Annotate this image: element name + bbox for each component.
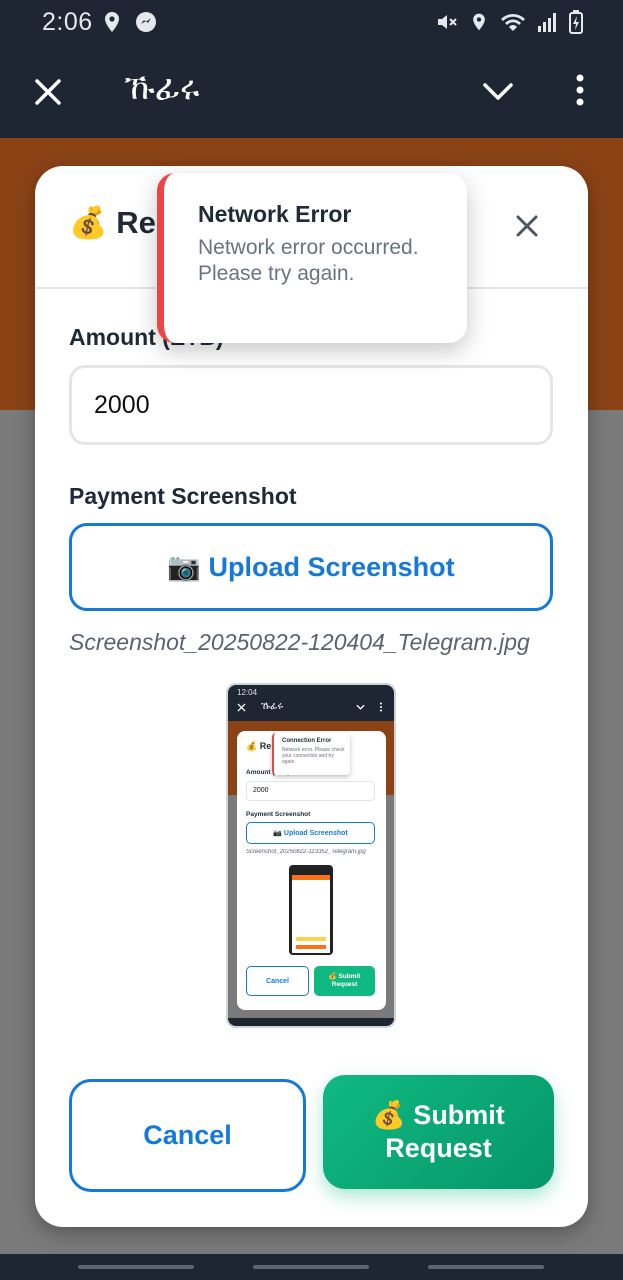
more-vert-icon[interactable]	[570, 72, 590, 108]
preview-modal-title: 💰 Re	[246, 741, 272, 751]
preview-file-name: Screenshot_20250822-113352_Telegram.jpg	[246, 849, 366, 855]
messenger-icon	[136, 12, 156, 32]
preview-screenshot-label: Payment Screenshot	[246, 811, 311, 818]
status-right-icons	[435, 10, 583, 34]
payment-screenshot-label: Payment Screenshot	[69, 483, 297, 509]
nav-back-handle[interactable]	[428, 1265, 544, 1269]
preview-toast-message: Network error. Please check your connect…	[282, 747, 345, 765]
close-icon[interactable]	[30, 74, 66, 110]
app-title: ኹፊሩ	[124, 68, 200, 108]
status-left-icons	[100, 10, 158, 34]
submit-request-button[interactable]: 💰 Submit Request	[323, 1075, 554, 1189]
preview-chevron-down-icon	[356, 704, 365, 710]
preview-nested-button	[296, 945, 326, 949]
mute-icon	[438, 15, 457, 29]
battery-icon	[569, 10, 583, 34]
preview-amount-input: 2000	[246, 781, 375, 801]
preview-submit-button: 💰 Submit Request	[314, 966, 375, 996]
toast-message: Network error occurred. Please try again…	[198, 236, 419, 285]
preview-nav-bar	[228, 1018, 394, 1026]
location-icon	[105, 12, 119, 32]
preview-close-icon	[237, 703, 246, 712]
wifi-icon	[501, 14, 525, 31]
signal-icon	[538, 13, 556, 32]
file-name: Screenshot_20250822-120404_Telegram.jpg	[69, 629, 530, 655]
modal-close-icon[interactable]	[515, 214, 539, 238]
network-error-toast: Network Error Network error occurred. Pl…	[157, 173, 467, 343]
preview-time: 12:04	[237, 688, 258, 697]
status-bar: 2:06	[0, 0, 623, 44]
app-bar: ኹፊሩ	[0, 44, 623, 138]
screenshot-preview: 12:04 ኹፊሩ 💰 Re Amount (ETB) 2000 Payment…	[226, 683, 396, 1028]
preview-nested-note	[296, 937, 326, 941]
preview-upload-button: 📷 Upload Screenshot	[246, 822, 375, 844]
preview-toast: Connection Error Network error. Please c…	[272, 733, 350, 775]
cancel-button[interactable]: Cancel	[69, 1079, 306, 1192]
preview-nested-image	[289, 865, 333, 955]
amount-input[interactable]	[69, 365, 553, 445]
toast-title: Network Error	[198, 201, 352, 227]
nav-home-handle[interactable]	[253, 1265, 369, 1269]
preview-toast-title: Connection Error	[282, 738, 332, 744]
preview-nested-banner	[292, 875, 330, 880]
upload-screenshot-button[interactable]: 📷 Upload Screenshot	[69, 523, 553, 611]
nav-recents-handle[interactable]	[78, 1265, 194, 1269]
preview-app-title: ኹፊሩ	[261, 701, 284, 712]
preview-header: 12:04 ኹፊሩ	[228, 685, 394, 721]
system-nav-bar	[0, 1254, 623, 1280]
location-icon	[473, 13, 485, 31]
preview-more-vert-icon	[380, 702, 382, 712]
chevron-down-icon[interactable]	[480, 76, 516, 106]
preview-nested-screen	[292, 875, 330, 953]
preview-cancel-button: Cancel	[246, 966, 309, 996]
status-time: 2:06	[42, 8, 93, 36]
